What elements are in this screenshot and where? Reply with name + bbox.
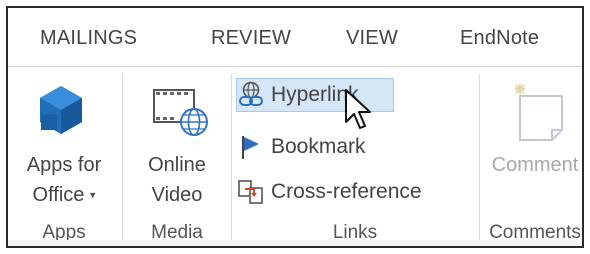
ribbon-divider <box>8 66 582 67</box>
tab-mailings[interactable]: MAILINGS <box>40 27 137 50</box>
bookmark-button[interactable]: Bookmark <box>237 130 407 164</box>
cross-reference-icon <box>238 180 263 204</box>
ribbon-window: MAILINGS REVIEW VIEW EndNote Apps for Of… <box>6 6 584 248</box>
apps-label-line2: Office <box>32 184 85 206</box>
apps-label-line1: Apps for <box>26 154 102 176</box>
tab-view[interactable]: VIEW <box>346 27 398 50</box>
group-media: Online Video Media <box>124 72 230 244</box>
online-video-icon <box>153 89 208 136</box>
apps-cube-icon <box>40 86 82 134</box>
group-comments: Comment Comments <box>480 72 582 244</box>
hyperlink-icon <box>239 81 263 106</box>
cross-reference-label: Cross-reference <box>271 180 422 203</box>
bookmark-flag-icon <box>242 136 259 159</box>
group-apps: Apps for Office ▾ Apps <box>8 72 120 244</box>
apps-label-line2-wrap: Office ▾ <box>8 180 120 211</box>
online-video-label-line2: Video <box>151 184 203 206</box>
tab-review[interactable]: REVIEW <box>211 27 291 50</box>
group-separator <box>122 74 123 246</box>
comment-label: Comment <box>491 154 579 176</box>
cross-reference-button[interactable]: Cross-reference <box>237 175 473 209</box>
apps-for-office-button[interactable]: Apps for Office ▾ <box>8 72 120 212</box>
mouse-cursor-icon <box>345 89 371 129</box>
online-video-label-line1: Online <box>148 154 206 176</box>
bookmark-label: Bookmark <box>271 135 366 158</box>
ribbon-tabs: MAILINGS REVIEW VIEW EndNote <box>8 8 582 66</box>
new-comment-icon <box>515 84 563 141</box>
tab-endnote[interactable]: EndNote <box>460 27 539 50</box>
dropdown-arrow-icon: ▾ <box>89 189 96 202</box>
new-comment-button[interactable]: Comment <box>480 72 582 212</box>
online-video-button[interactable]: Online Video <box>124 72 230 212</box>
document-edge <box>8 240 582 246</box>
